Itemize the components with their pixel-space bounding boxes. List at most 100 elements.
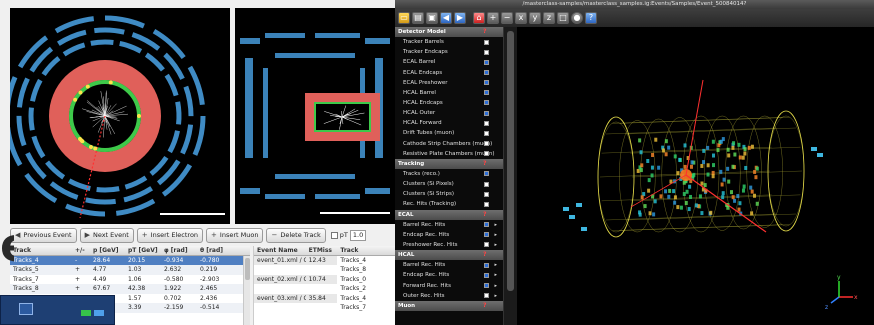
visibility-checkbox[interactable] (484, 40, 489, 45)
help-icon[interactable]: ? (483, 303, 489, 309)
scrollbar-thumb[interactable] (507, 31, 514, 291)
insert-electron-button[interactable]: + Insert Electron (137, 228, 203, 243)
panel-collection-item[interactable]: ECAL Preshower (395, 78, 503, 88)
table-row[interactable]: event_03.xml / Gi 35.84 Tracks_4 (254, 294, 395, 304)
visibility-checkbox[interactable] (484, 90, 489, 95)
visibility-checkbox[interactable] (484, 192, 489, 197)
visibility-checkbox[interactable] (484, 273, 489, 278)
expand-arrow-icon[interactable]: ▸ (494, 270, 497, 280)
insert-muon-button[interactable]: + Insert Muon (206, 228, 263, 243)
table-row[interactable]: event_02.xml / Gi 10.74 Tracks_0 (254, 275, 395, 285)
track-table-scrollbar[interactable] (243, 256, 250, 325)
visibility-checkbox[interactable] (484, 100, 489, 105)
col-header-etmiss[interactable]: ETMiss (306, 246, 338, 255)
col-header-track[interactable]: Track (10, 246, 72, 255)
panel-collection-item[interactable]: Endcap Rec. Hits ▸ (395, 230, 503, 240)
panel-section-header[interactable]: HCAL? (395, 250, 503, 260)
play-icon[interactable]: ▶ (454, 12, 466, 24)
panel-collection-item[interactable]: Rec. Hits (Tracking) (395, 199, 503, 209)
panel-collection-item[interactable]: Forward Rec. Hits ▸ (395, 281, 503, 291)
panel-section-header[interactable]: ECAL? (395, 210, 503, 220)
folder-icon[interactable]: ▭ (398, 12, 410, 24)
visibility-checkbox[interactable] (484, 131, 489, 136)
visibility-checkbox[interactable] (484, 50, 489, 55)
visibility-checkbox[interactable] (484, 60, 489, 65)
expand-arrow-icon[interactable]: ▸ (494, 240, 497, 250)
panel-collection-item[interactable]: Tracker Barrels (395, 37, 503, 47)
scrollbar-thumb[interactable] (245, 258, 250, 280)
panel-collection-item[interactable]: ECAL Endcaps (395, 68, 503, 78)
panel-collection-item[interactable]: Outer Rec. Hits ▸ (395, 291, 503, 301)
help-icon[interactable]: ? (483, 212, 489, 218)
expand-arrow-icon[interactable]: ▸ (494, 260, 497, 270)
col-header-pt[interactable]: pT [GeV] (125, 246, 161, 255)
table-row[interactable]: event_01.xml / Gi 12.43 Tracks_4 (254, 256, 395, 266)
table-row[interactable]: Tracks_7 (254, 303, 395, 313)
visibility-checkbox[interactable] (484, 182, 489, 187)
panel-collection-item[interactable]: Resistive Plate Chambers (muon) (395, 149, 503, 159)
view-z-icon[interactable]: z (543, 12, 555, 24)
panel-collection-item[interactable]: HCAL Barrel (395, 88, 503, 98)
panel-collection-item[interactable]: Endcap Rec. Hits ▸ (395, 270, 503, 280)
minimized-window-thumbnail[interactable] (0, 295, 115, 325)
visibility-checkbox[interactable] (484, 263, 489, 268)
col-header-track[interactable]: Track (337, 246, 395, 255)
panel-collection-item[interactable]: Clusters (Si Pixels) (395, 179, 503, 189)
panel-collection-item[interactable]: Drift Tubes (muon) (395, 128, 503, 138)
visibility-checkbox[interactable] (484, 242, 489, 247)
col-header-theta[interactable]: θ [rad] (197, 246, 235, 255)
view-y-icon[interactable]: y (529, 12, 541, 24)
panel-collection-item[interactable]: HCAL Outer (395, 108, 503, 118)
col-header-event-name[interactable]: Event Name (254, 246, 306, 255)
panel-collection-item[interactable]: Barrel Rec. Hits ▸ (395, 220, 503, 230)
visibility-checkbox[interactable] (484, 171, 489, 176)
visibility-checkbox[interactable] (484, 232, 489, 237)
panel-collection-item[interactable]: Tracks (reco.) (395, 169, 503, 179)
next-event-button[interactable]: ▶ Next Event (80, 228, 134, 243)
fullscreen-icon[interactable]: □ (557, 12, 569, 24)
table-row[interactable]: Tracks_2 (254, 284, 395, 294)
panel-collection-item[interactable]: Preshower Rec. Hits ▸ (395, 240, 503, 250)
zoom-in-icon[interactable]: + (487, 12, 499, 24)
panel-collection-item[interactable]: ECAL Barrel (395, 57, 503, 67)
visibility-checkbox[interactable] (484, 283, 489, 288)
image-icon[interactable]: ▣ (426, 12, 438, 24)
table-row[interactable]: Tracks_7 + 4.49 1.06 -0.580 -2.903 (10, 275, 250, 285)
pt-value-input[interactable]: 1.0 (350, 230, 366, 241)
delete-track-button[interactable]: − Delete Track (266, 228, 325, 243)
panel-section-header[interactable]: Muon? (395, 301, 503, 311)
panel-section-header[interactable]: Detector Model? (395, 27, 503, 37)
visibility-checkbox[interactable] (484, 80, 489, 85)
zoom-out-icon[interactable]: − (501, 12, 513, 24)
settings-icon[interactable]: ● (571, 12, 583, 24)
home-icon[interactable]: ⌂ (473, 12, 485, 24)
table-row[interactable]: Tracks_4 - 28.64 20.15 -0.934 -0.780 (10, 256, 250, 266)
col-header-charge[interactable]: +/- (72, 246, 90, 255)
table-row[interactable]: Tracks_8 (254, 265, 395, 275)
panel-collection-item[interactable]: Cathode Strip Chambers (muon) (395, 139, 503, 149)
help-icon[interactable]: ? (483, 29, 489, 35)
help-icon[interactable]: ? (483, 252, 489, 258)
visibility-checkbox[interactable] (484, 222, 489, 227)
visibility-checkbox[interactable] (484, 70, 489, 75)
visibility-checkbox[interactable] (484, 151, 489, 156)
help-icon[interactable]: ? (585, 12, 597, 24)
rz-event-display[interactable] (235, 8, 395, 224)
expand-arrow-icon[interactable]: ▸ (494, 220, 497, 230)
panel-section-header[interactable]: Tracking? (395, 159, 503, 169)
visibility-checkbox[interactable] (484, 121, 489, 126)
panel-collection-item[interactable]: HCAL Endcaps (395, 98, 503, 108)
expand-arrow-icon[interactable]: ▸ (494, 281, 497, 291)
3d-event-display[interactable]: xyz (521, 27, 874, 325)
help-icon[interactable]: ? (483, 161, 489, 167)
rphi-event-display[interactable] (10, 8, 230, 224)
panel-collection-item[interactable]: Barrel Rec. Hits ▸ (395, 260, 503, 270)
previous-event-button[interactable]: ◀ Previous Event (10, 228, 77, 243)
view-x-icon[interactable]: x (515, 12, 527, 24)
info-icon[interactable]: ▤ (412, 12, 424, 24)
table-row[interactable]: Tracks_8 + 67.67 42.38 1.922 2.465 (10, 284, 250, 294)
expand-arrow-icon[interactable]: ▸ (494, 230, 497, 240)
panel-collection-item[interactable]: Tracker Endcaps (395, 47, 503, 57)
panel-collection-item[interactable]: HCAL Forward (395, 118, 503, 128)
visibility-checkbox[interactable] (484, 202, 489, 207)
